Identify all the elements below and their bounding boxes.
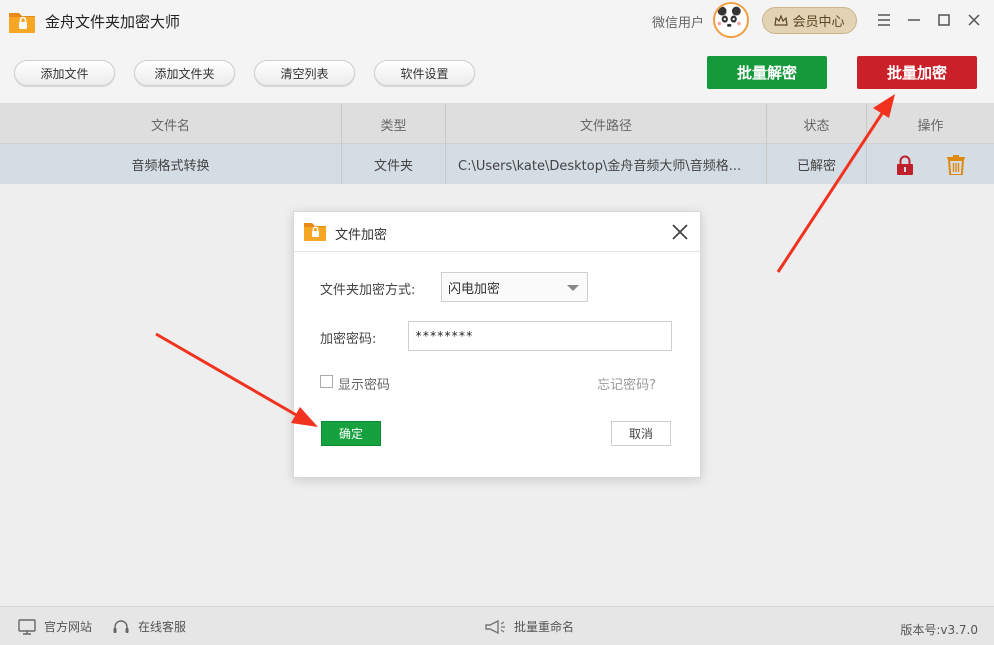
toolbar: 添加文件 添加文件夹 清空列表 软件设置 批量解密 批量加密 — [0, 42, 994, 104]
dialog-title-bar: 文件加密 — [294, 212, 700, 252]
encrypt-method-value: 闪电加密 — [448, 281, 501, 297]
maximize-icon[interactable] — [933, 9, 955, 31]
file-type-cell: 文件夹 — [342, 144, 446, 184]
file-name-cell: 音频格式转换 — [0, 144, 342, 184]
column-header-type: 类型 — [342, 104, 446, 144]
file-encrypt-dialog: 文件加密 文件夹加密方式: 闪电加密 加密密码: 显示密码 忘记密码? 确定 取… — [293, 211, 701, 478]
column-header-status: 状态 — [767, 104, 867, 144]
monitor-icon — [18, 618, 36, 635]
minimize-icon[interactable] — [903, 9, 925, 31]
show-password-label[interactable]: 显示密码 — [338, 374, 390, 393]
app-title: 金舟文件夹加密大师 — [45, 13, 181, 31]
online-support-label: 在线客服 — [138, 620, 187, 634]
add-file-button[interactable]: 添加文件 — [14, 60, 115, 86]
file-path-cell: C:\Users\kate\Desktop\金舟音频大师\音频格... — [446, 144, 767, 184]
folder-lock-icon — [304, 223, 326, 241]
settings-button[interactable]: 软件设置 — [374, 60, 475, 86]
crown-icon — [774, 13, 789, 26]
forgot-password-link[interactable]: 忘记密码? — [597, 374, 656, 393]
menu-icon[interactable] — [873, 9, 895, 31]
wechat-user-label[interactable]: 微信用户 — [652, 12, 704, 31]
table-row[interactable]: 音频格式转换 文件夹 C:\Users\kate\Desktop\金舟音频大师\… — [0, 144, 994, 184]
password-label: 加密密码: — [320, 332, 377, 347]
avatar[interactable] — [713, 2, 749, 38]
megaphone-icon — [485, 619, 505, 634]
lock-icon[interactable] — [896, 155, 914, 175]
headset-icon — [113, 619, 129, 633]
column-header-name: 文件名 — [0, 104, 342, 144]
dialog-title: 文件加密 — [335, 228, 388, 243]
official-website-label: 官方网站 — [44, 620, 93, 634]
close-icon[interactable] — [963, 9, 985, 31]
column-header-actions: 操作 — [917, 118, 944, 134]
chevron-down-icon — [567, 285, 579, 291]
clear-list-button[interactable]: 清空列表 — [254, 60, 355, 86]
encrypt-method-label: 文件夹加密方式: — [320, 283, 416, 298]
version-label: 版本号:v3.7.0 — [900, 623, 978, 637]
add-folder-button[interactable]: 添加文件夹 — [134, 60, 235, 86]
title-bar: 金舟文件夹加密大师 微信用户 会员中心 — [0, 0, 994, 42]
batch-encrypt-button[interactable]: 批量加密 — [857, 56, 977, 89]
official-website-link[interactable]: 官方网站 — [18, 618, 92, 635]
panda-avatar-icon — [716, 6, 742, 33]
batch-rename-label: 批量重命名 — [514, 620, 575, 634]
password-input[interactable] — [408, 321, 672, 351]
confirm-button[interactable]: 确定 — [321, 421, 381, 446]
table-header: 文件名 类型 文件路径 状态 操作 — [0, 104, 994, 144]
cancel-button[interactable]: 取消 — [611, 421, 671, 446]
online-support-link[interactable]: 在线客服 — [112, 618, 186, 635]
batch-decrypt-button[interactable]: 批量解密 — [707, 56, 827, 89]
vip-center-label: 会员中心 — [792, 15, 845, 30]
encrypt-method-select[interactable]: 闪电加密 — [441, 272, 588, 302]
status-bar: 官方网站 在线客服 批量重命名 版本号:v3.7.0 — [0, 606, 994, 645]
vip-center-button[interactable]: 会员中心 — [762, 7, 857, 34]
file-status-cell: 已解密 — [767, 144, 867, 184]
file-actions-cell — [867, 144, 994, 184]
trash-icon[interactable] — [947, 155, 965, 175]
show-password-checkbox[interactable] — [320, 375, 333, 388]
column-header-path: 文件路径 — [446, 104, 767, 144]
batch-rename-link[interactable]: 批量重命名 — [484, 618, 574, 635]
folder-lock-icon — [9, 13, 35, 33]
dialog-close-icon[interactable] — [670, 222, 690, 242]
